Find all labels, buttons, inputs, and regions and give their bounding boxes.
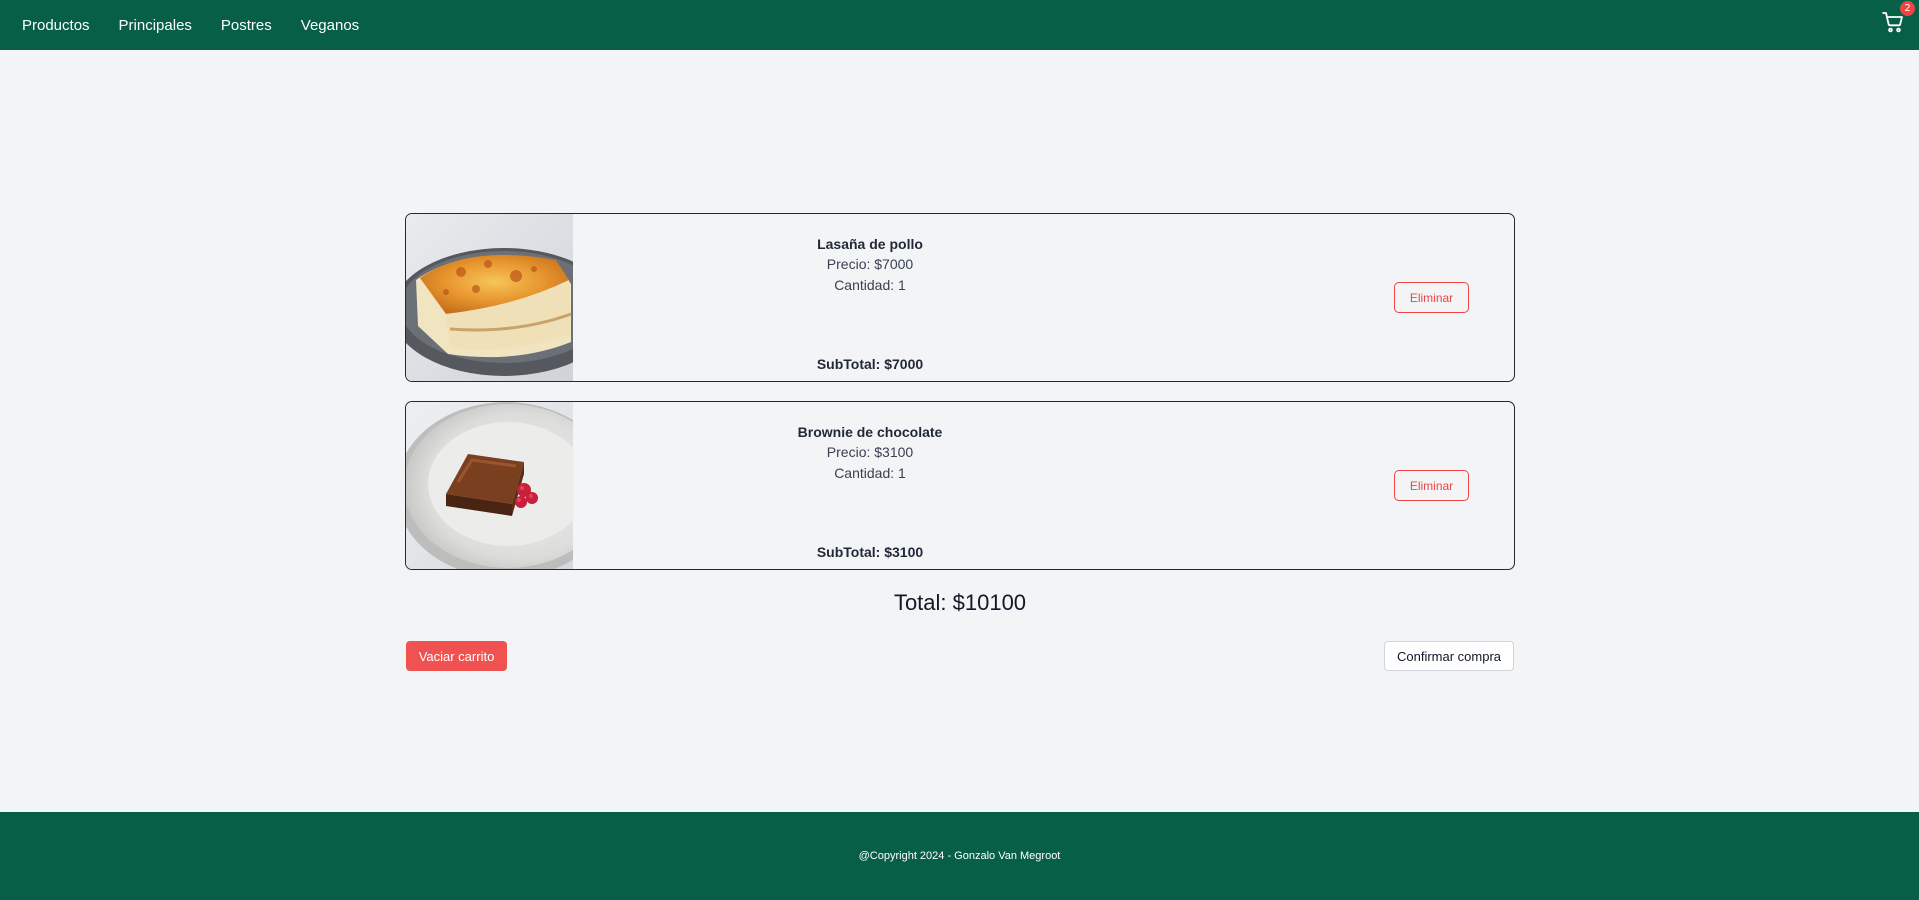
item-price: Precio: $7000 bbox=[826, 256, 914, 272]
cart-item: Brownie de chocolate Precio: $3100 Canti… bbox=[405, 401, 1515, 570]
confirm-purchase-button[interactable]: Confirmar compra bbox=[1384, 641, 1514, 671]
remove-item-button[interactable]: Eliminar bbox=[1394, 282, 1469, 313]
item-subtotal: SubTotal: $7000 bbox=[816, 356, 924, 372]
item-info: Brownie de chocolate Precio: $3100 Canti… bbox=[573, 402, 1167, 569]
footer: @Copyright 2024 - Gonzalo Van Megroot bbox=[0, 812, 1919, 900]
cart-total: Total: $10100 bbox=[893, 590, 1027, 615]
brownie-image bbox=[406, 402, 573, 569]
nav-link-postres[interactable]: Postres bbox=[221, 17, 272, 34]
cart-count-badge: 2 bbox=[1900, 1, 1915, 16]
top-navbar: Productos Principales Postres Veganos 2 bbox=[0, 0, 1919, 50]
lasagna-image bbox=[406, 214, 573, 381]
cart-item: Lasaña de pollo Precio: $7000 Cantidad: … bbox=[405, 213, 1515, 382]
item-subtotal: SubTotal: $3100 bbox=[816, 544, 924, 560]
item-price: Precio: $3100 bbox=[826, 444, 914, 460]
footer-copyright: @Copyright 2024 - Gonzalo Van Megroot bbox=[858, 850, 1061, 862]
item-name: Lasaña de pollo bbox=[817, 236, 923, 252]
item-name: Brownie de chocolate bbox=[797, 424, 943, 440]
nav-link-productos[interactable]: Productos bbox=[22, 17, 90, 34]
nav-links: Productos Principales Postres Veganos bbox=[0, 17, 388, 34]
item-quantity: Cantidad: 1 bbox=[834, 277, 906, 293]
cart-button[interactable]: 2 bbox=[1881, 1, 1915, 34]
item-info: Lasaña de pollo Precio: $7000 Cantidad: … bbox=[573, 214, 1167, 381]
remove-item-button[interactable]: Eliminar bbox=[1394, 470, 1469, 501]
nav-link-principales[interactable]: Principales bbox=[119, 17, 192, 34]
cart-list: Lasaña de pollo Precio: $7000 Cantidad: … bbox=[405, 213, 1515, 589]
nav-link-veganos[interactable]: Veganos bbox=[301, 17, 359, 34]
item-quantity: Cantidad: 1 bbox=[834, 465, 906, 481]
empty-cart-button[interactable]: Vaciar carrito bbox=[406, 641, 507, 671]
